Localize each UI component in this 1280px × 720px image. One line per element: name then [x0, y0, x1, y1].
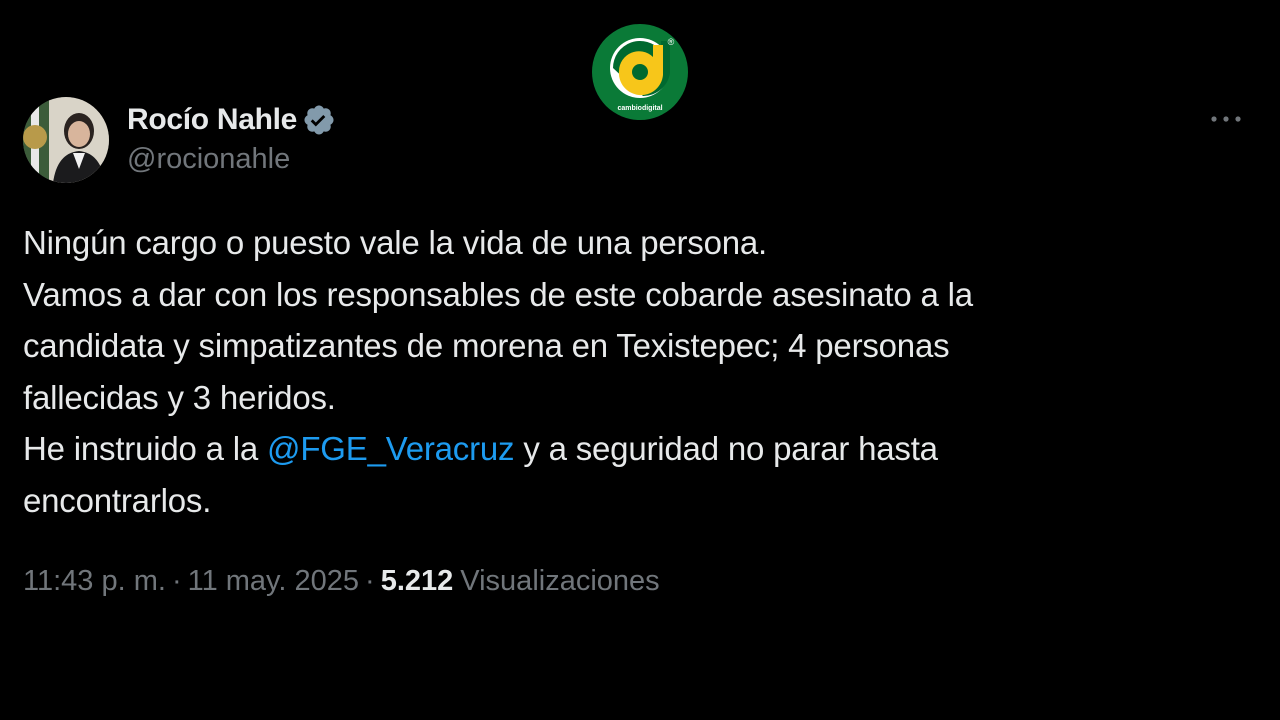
tweet-time-link[interactable]: 11:43 p. m. — [23, 565, 166, 598]
more-options-button[interactable] — [1206, 104, 1246, 134]
tweet-text-segment: y a seguridad no parar hasta — [514, 430, 938, 467]
tweet-date-link[interactable]: 11 may. 2025 — [188, 565, 359, 598]
mention-link-fge-veracruz[interactable]: @FGE_Veracruz — [267, 430, 515, 467]
views-count: 5.212 — [380, 565, 454, 597]
user-handle[interactable]: @rocionahle — [127, 143, 290, 176]
more-horizontal-icon — [1211, 116, 1241, 122]
avatar[interactable] — [23, 97, 109, 183]
cambiodigital-logo: cambiodigital ® — [591, 23, 689, 121]
tweet-meta: 11:43 p. m. · 11 may. 2025 · 5.212 Visua… — [23, 565, 660, 598]
verified-badge-icon[interactable] — [302, 103, 336, 137]
author-name-row[interactable]: Rocío Nahle — [127, 100, 336, 140]
profile-photo-icon — [23, 97, 109, 183]
tweet-line: Vamos a dar con los responsables de este… — [23, 275, 973, 313]
display-name[interactable]: Rocío Nahle — [127, 103, 297, 137]
tweet-line: candidata y simpatizantes de morena en T… — [23, 327, 950, 364]
views-label: Visualizaciones — [460, 565, 660, 597]
meta-separator: · — [171, 565, 182, 597]
tweet-line: encontrarlos. — [23, 481, 212, 519]
tweet-line: fallecidas y 3 heridos. — [23, 378, 336, 416]
registered-mark: ® — [668, 37, 675, 47]
cambiodigital-logo-icon: cambiodigital ® — [592, 24, 688, 120]
tweet-line: Ningún cargo o puesto vale la vida de un… — [23, 224, 768, 261]
meta-separator: · — [365, 565, 375, 597]
tweet-line-with-mention: He instruido a la @FGE_Veracruz y a segu… — [23, 423, 1223, 475]
logo-brand-text: cambiodigital — [617, 105, 662, 112]
tweet-text-segment: He instruido a la — [23, 430, 268, 467]
tweet-text: Ningún cargo o puesto vale la vida de un… — [23, 217, 1223, 526]
